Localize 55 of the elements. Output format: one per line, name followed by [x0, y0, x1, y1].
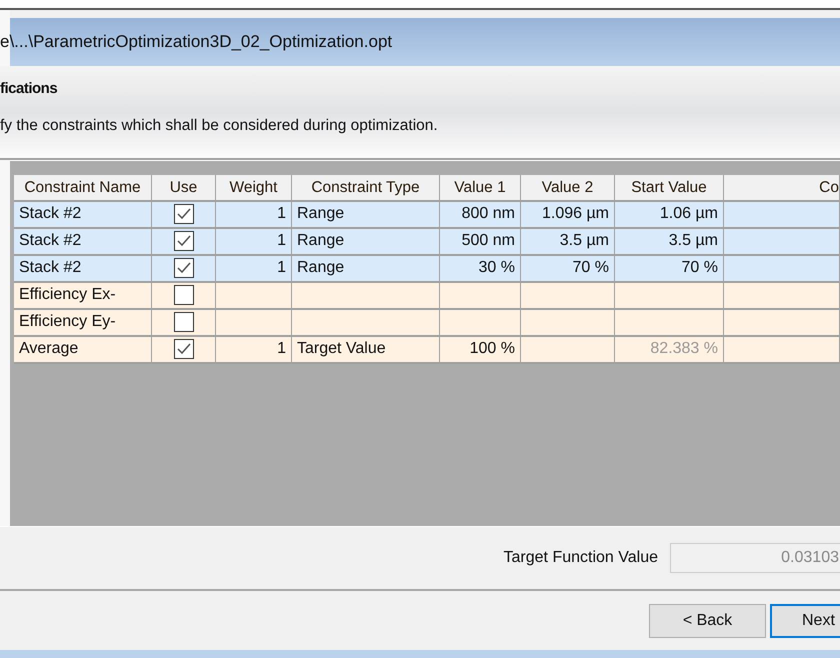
table-cell-text: Stack #2 [19, 231, 82, 252]
check-icon [176, 262, 190, 274]
table-cell-text: 1.06 µm [660, 204, 718, 224]
table-cell-text: Efficiency Ey- [19, 312, 116, 332]
checkbox[interactable] [174, 312, 194, 332]
table-row[interactable]: Stack #2 1 Range 800 nm 1.096 µm 1.06 µm [14, 202, 840, 229]
table-cell-text: 1 [277, 339, 286, 360]
checkbox[interactable] [174, 285, 194, 306]
column-header[interactable]: Use [152, 174, 216, 200]
table-row[interactable]: Efficiency Ex- [14, 282, 840, 310]
checkbox[interactable] [174, 204, 194, 224]
check-icon [176, 235, 190, 248]
table-row[interactable]: Efficiency Ey- [14, 310, 840, 337]
table-cell-text: 800 nm [462, 204, 515, 224]
table-cell-text: 3.5 µm [560, 231, 609, 252]
table-cell-text: 30 % [478, 258, 515, 278]
back-button[interactable]: < Back [649, 604, 766, 638]
page-description: fy the constraints which shall be considered during optimization. [0, 116, 439, 136]
target-function-label: Target Function Value [504, 548, 658, 568]
table-cell-text: 1 [277, 258, 286, 278]
table-cell-text: Range [297, 204, 344, 224]
checkbox[interactable] [174, 339, 194, 360]
table-row[interactable]: Stack #2 1 Range 30 % 70 % 70 % [14, 256, 840, 283]
table-cell-text: 70 % [682, 258, 718, 278]
checkbox[interactable] [174, 258, 194, 278]
table-cell-text: 1.096 µm [542, 204, 609, 224]
table-cell-text: 1 [277, 231, 286, 252]
column-header[interactable]: Start Value [615, 174, 724, 200]
check-icon [176, 343, 190, 356]
table-cell-text: 1 [277, 204, 286, 224]
column-header[interactable]: Constraint Type [292, 174, 440, 200]
column-header[interactable]: Constraint Name [14, 174, 152, 200]
column-header[interactable]: Weight [216, 174, 292, 200]
page-heading: fications [0, 78, 58, 99]
table-row[interactable]: Average 1 Target Value 100 % 82.383 % [14, 336, 840, 364]
check-icon [176, 208, 190, 220]
table-cell-text: 70 % [572, 258, 609, 278]
table-cell-text: 100 % [470, 339, 515, 360]
next-button[interactable]: Next [770, 604, 840, 638]
table-row[interactable]: Stack #2 1 Range 500 nm 3.5 µm 3.5 µm [14, 228, 840, 256]
table-cell-text: 500 nm [462, 231, 515, 252]
table-cell-text: Range [297, 231, 344, 252]
column-header[interactable]: Value 2 [521, 174, 615, 200]
table-cell-text: Stack #2 [19, 258, 82, 278]
table-cell-text: Target Value [297, 339, 386, 360]
table-cell-text: Range [297, 258, 344, 278]
checkbox[interactable] [174, 231, 194, 252]
window-title: e\...\ParametricOptimization3D_02_Optimization.opt [0, 30, 392, 53]
column-header[interactable]: Value 1 [440, 174, 521, 200]
table-cell-text: Stack #2 [19, 204, 82, 224]
table-cell-text: 82.383 % [650, 339, 718, 360]
table-cell-text: 3.5 µm [668, 231, 718, 252]
table-cell-text: Efficiency Ex- [19, 285, 116, 306]
column-header[interactable]: Co [724, 174, 840, 200]
table-cell-text: Average [19, 339, 78, 360]
